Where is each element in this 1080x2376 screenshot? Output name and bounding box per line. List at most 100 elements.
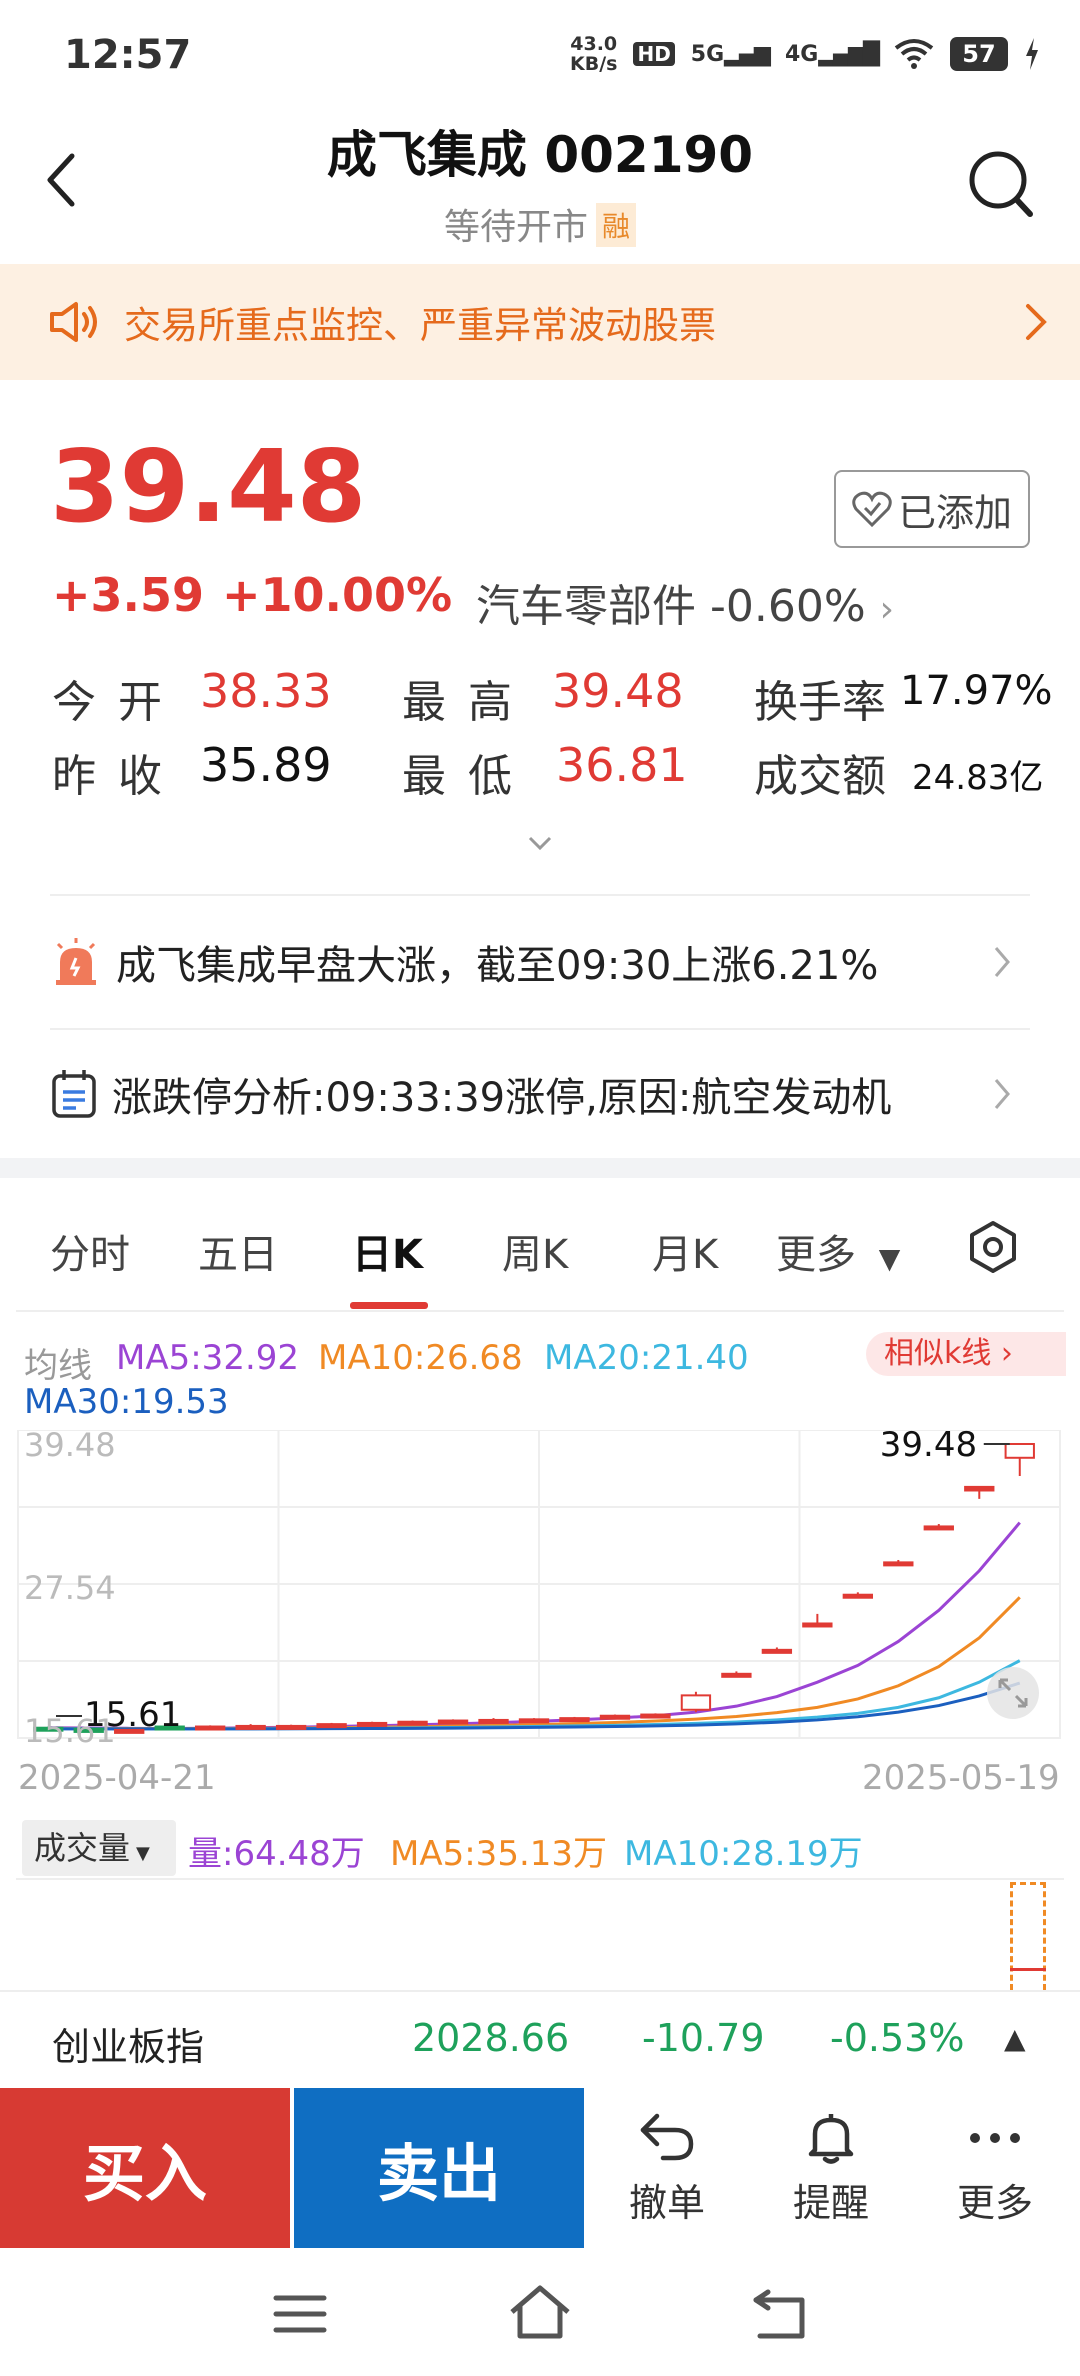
- battery-icon: 57: [950, 37, 1008, 71]
- ma-lines: [48, 1521, 1021, 1731]
- news-text: 涨跌停分析:09:33:39涨停,原因:航空发动机: [112, 1075, 892, 1121]
- tab-weekly-k[interactable]: 周K: [502, 1222, 568, 1280]
- risk-alert-banner[interactable]: 交易所重点监控、严重异常波动股票: [0, 264, 1080, 380]
- charging-icon: [1026, 38, 1038, 70]
- search-icon[interactable]: [966, 148, 1036, 224]
- candle-body: [923, 1525, 954, 1531]
- candle-body: [316, 1723, 347, 1729]
- indicator-selector[interactable]: 成交量 ▼: [22, 1820, 176, 1876]
- caret-down-icon: ▼: [136, 1843, 150, 1864]
- y-axis-label: 39.48: [24, 1430, 116, 1464]
- calendar-icon: [52, 1070, 96, 1118]
- status-time: 12:57: [64, 32, 192, 78]
- price-change-pct: +10.00%: [222, 568, 453, 622]
- tab-intraday[interactable]: 分时: [50, 1222, 130, 1280]
- volume-ma5: MA5:35.13万: [390, 1834, 608, 1874]
- chevron-right-icon: [994, 1079, 1010, 1109]
- candle-body: [275, 1724, 307, 1730]
- tab-five-day[interactable]: 五日: [198, 1222, 278, 1280]
- back-nav-icon[interactable]: [750, 2288, 810, 2340]
- open-value: 38.33: [200, 664, 332, 718]
- chevron-right-icon: ›: [879, 589, 895, 630]
- candle-body: [1004, 1443, 1035, 1459]
- caret-down-icon: ▼: [878, 1242, 901, 1275]
- chevron-down-icon[interactable]: [528, 836, 552, 852]
- settings-icon[interactable]: [966, 1220, 1020, 1274]
- hd-icon: HD: [633, 42, 675, 66]
- menu-icon[interactable]: [272, 2294, 328, 2334]
- tab-monthly-k[interactable]: 月K: [652, 1222, 718, 1280]
- watchlist-button[interactable]: 已添加: [834, 470, 1030, 548]
- index-name: 创业板指: [52, 2025, 205, 2069]
- volume-ma10: MA10:28.19万: [624, 1834, 863, 1874]
- candle-body: [356, 1721, 388, 1727]
- prev-close-label: 昨 收: [52, 751, 166, 802]
- candle-body: [437, 1719, 469, 1725]
- divider: [16, 1878, 1064, 1880]
- price-change: +3.59: [52, 568, 205, 622]
- tab-daily-k[interactable]: 日K: [352, 1222, 423, 1280]
- bell-icon: [808, 2114, 854, 2164]
- speaker-icon: [50, 302, 97, 342]
- news-item[interactable]: 涨跌停分析:09:33:39涨停,原因:航空发动机: [50, 1030, 1030, 1158]
- turnover-value: 17.97%: [900, 668, 1053, 714]
- fullscreen-icon[interactable]: [986, 1666, 1040, 1720]
- index-change: -10.79: [642, 2016, 765, 2060]
- sector-link[interactable]: 汽车零部件 -0.60% ›: [476, 570, 894, 634]
- ma-line-ma5: [48, 1521, 1021, 1730]
- ma10-value: MA10:26.68: [318, 1338, 523, 1378]
- candle-body: [680, 1694, 712, 1711]
- alarm-icon: [56, 938, 96, 985]
- high-value: 39.48: [552, 664, 684, 718]
- caret-up-icon[interactable]: ▲: [1004, 2022, 1026, 2055]
- net-speed: 43.0 KB/s: [569, 33, 618, 75]
- wifi-icon: [894, 39, 934, 69]
- prev-close-value: 35.89: [200, 738, 332, 792]
- price-alert-button[interactable]: 提醒: [756, 2110, 906, 2227]
- ma30-value: MA30:19.53: [24, 1382, 229, 1422]
- page-title: 成飞集成 002190: [326, 126, 754, 184]
- volume-bar: [1010, 1882, 1046, 1990]
- tab-more[interactable]: 更多 ▼: [776, 1222, 900, 1280]
- news-text: 成飞集成早盘大涨，截至09:30上涨6.21%: [116, 943, 879, 989]
- ma5-value: MA5:32.92: [116, 1338, 300, 1378]
- volume-bar-line: [1010, 1968, 1046, 1971]
- kline-chart[interactable]: 39.48 27.54 15.61 39.48 15.61: [0, 1430, 1080, 1770]
- candle-body: [478, 1718, 509, 1724]
- news-item[interactable]: 成飞集成早盘大涨，截至09:30上涨6.21%: [50, 898, 1030, 1026]
- candle-body: [802, 1622, 833, 1628]
- max-price-label: 39.48: [880, 1430, 977, 1465]
- cancel-order-button[interactable]: 撤单: [592, 2110, 742, 2227]
- similar-kline-button[interactable]: 相似k线 ›: [866, 1332, 1066, 1376]
- active-tab-indicator: [350, 1302, 428, 1309]
- high-label: 最 高: [402, 677, 516, 728]
- market-status: 等待开市融: [0, 198, 1080, 250]
- index-value: 2028.66: [412, 2016, 570, 2060]
- candle-body: [599, 1714, 631, 1720]
- chevron-right-icon: [1026, 304, 1047, 340]
- y-axis-label: 27.54: [24, 1569, 116, 1607]
- divider: [16, 1310, 1064, 1312]
- ma20-value: MA20:21.40: [544, 1338, 749, 1378]
- candle-body: [842, 1593, 874, 1599]
- ma-label: 均线: [24, 1346, 92, 1386]
- current-price: 39.48: [50, 428, 367, 545]
- home-icon[interactable]: [508, 2284, 572, 2340]
- more-dots-icon: [970, 2133, 1020, 2143]
- candle-body: [883, 1561, 914, 1567]
- margin-badge: 融: [596, 203, 637, 247]
- open-label: 今 开: [52, 677, 166, 728]
- 5g-signal-icon: 5G▂▄▆: [690, 41, 771, 67]
- buy-button[interactable]: 买入: [0, 2088, 290, 2248]
- sell-button[interactable]: 卖出: [294, 2088, 584, 2248]
- min-price-label: 15.61: [84, 1695, 181, 1735]
- low-label: 最 低: [402, 751, 516, 802]
- alert-text: 交易所重点监控、严重异常波动股票: [124, 304, 716, 347]
- candle-body: [518, 1718, 550, 1724]
- candle-body: [964, 1485, 995, 1492]
- candle-body: [761, 1648, 793, 1654]
- 4g-signal-icon: 4G▂▄▆█: [784, 41, 880, 67]
- candle-body: [721, 1672, 752, 1678]
- more-button[interactable]: 更多: [920, 2110, 1070, 2227]
- volume-value: 量:64.48万: [188, 1834, 365, 1874]
